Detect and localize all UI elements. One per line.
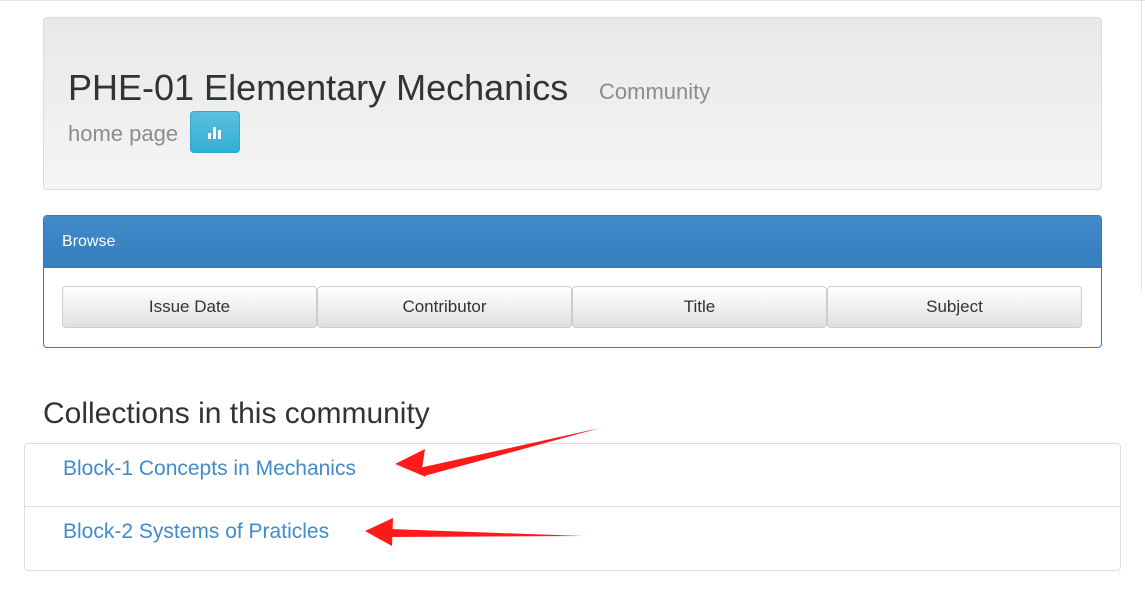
statistics-button[interactable] bbox=[190, 111, 240, 153]
collection-link-block-2[interactable]: Block-2 Systems of Praticles bbox=[63, 519, 329, 545]
browse-title-button[interactable]: Title bbox=[572, 286, 827, 328]
collections-list: Block-1 Concepts in Mechanics Block-2 Sy… bbox=[24, 443, 1121, 571]
page-scroll-edge bbox=[1141, 0, 1145, 290]
bar-chart-icon bbox=[208, 127, 221, 139]
collection-link-block-1[interactable]: Block-1 Concepts in Mechanics bbox=[63, 456, 356, 482]
page-subtitle-community: Community bbox=[599, 79, 711, 104]
browse-panel-heading: Browse bbox=[44, 216, 1101, 268]
browse-panel: Browse Issue Date Contributor Title Subj… bbox=[43, 215, 1102, 348]
community-header: PHE-01 Elementary Mechanics Community ho… bbox=[43, 17, 1102, 190]
list-divider bbox=[25, 506, 1120, 507]
top-border bbox=[0, 0, 1145, 1]
browse-contributor-button[interactable]: Contributor bbox=[317, 286, 572, 328]
browse-subject-button[interactable]: Subject bbox=[827, 286, 1082, 328]
browse-issue-date-button[interactable]: Issue Date bbox=[62, 286, 317, 328]
page-subtitle-home-page: home page bbox=[68, 121, 179, 146]
collections-heading: Collections in this community bbox=[43, 397, 430, 430]
page-title: PHE-01 Elementary Mechanics bbox=[68, 67, 569, 108]
browse-heading-label: Browse bbox=[62, 233, 116, 250]
